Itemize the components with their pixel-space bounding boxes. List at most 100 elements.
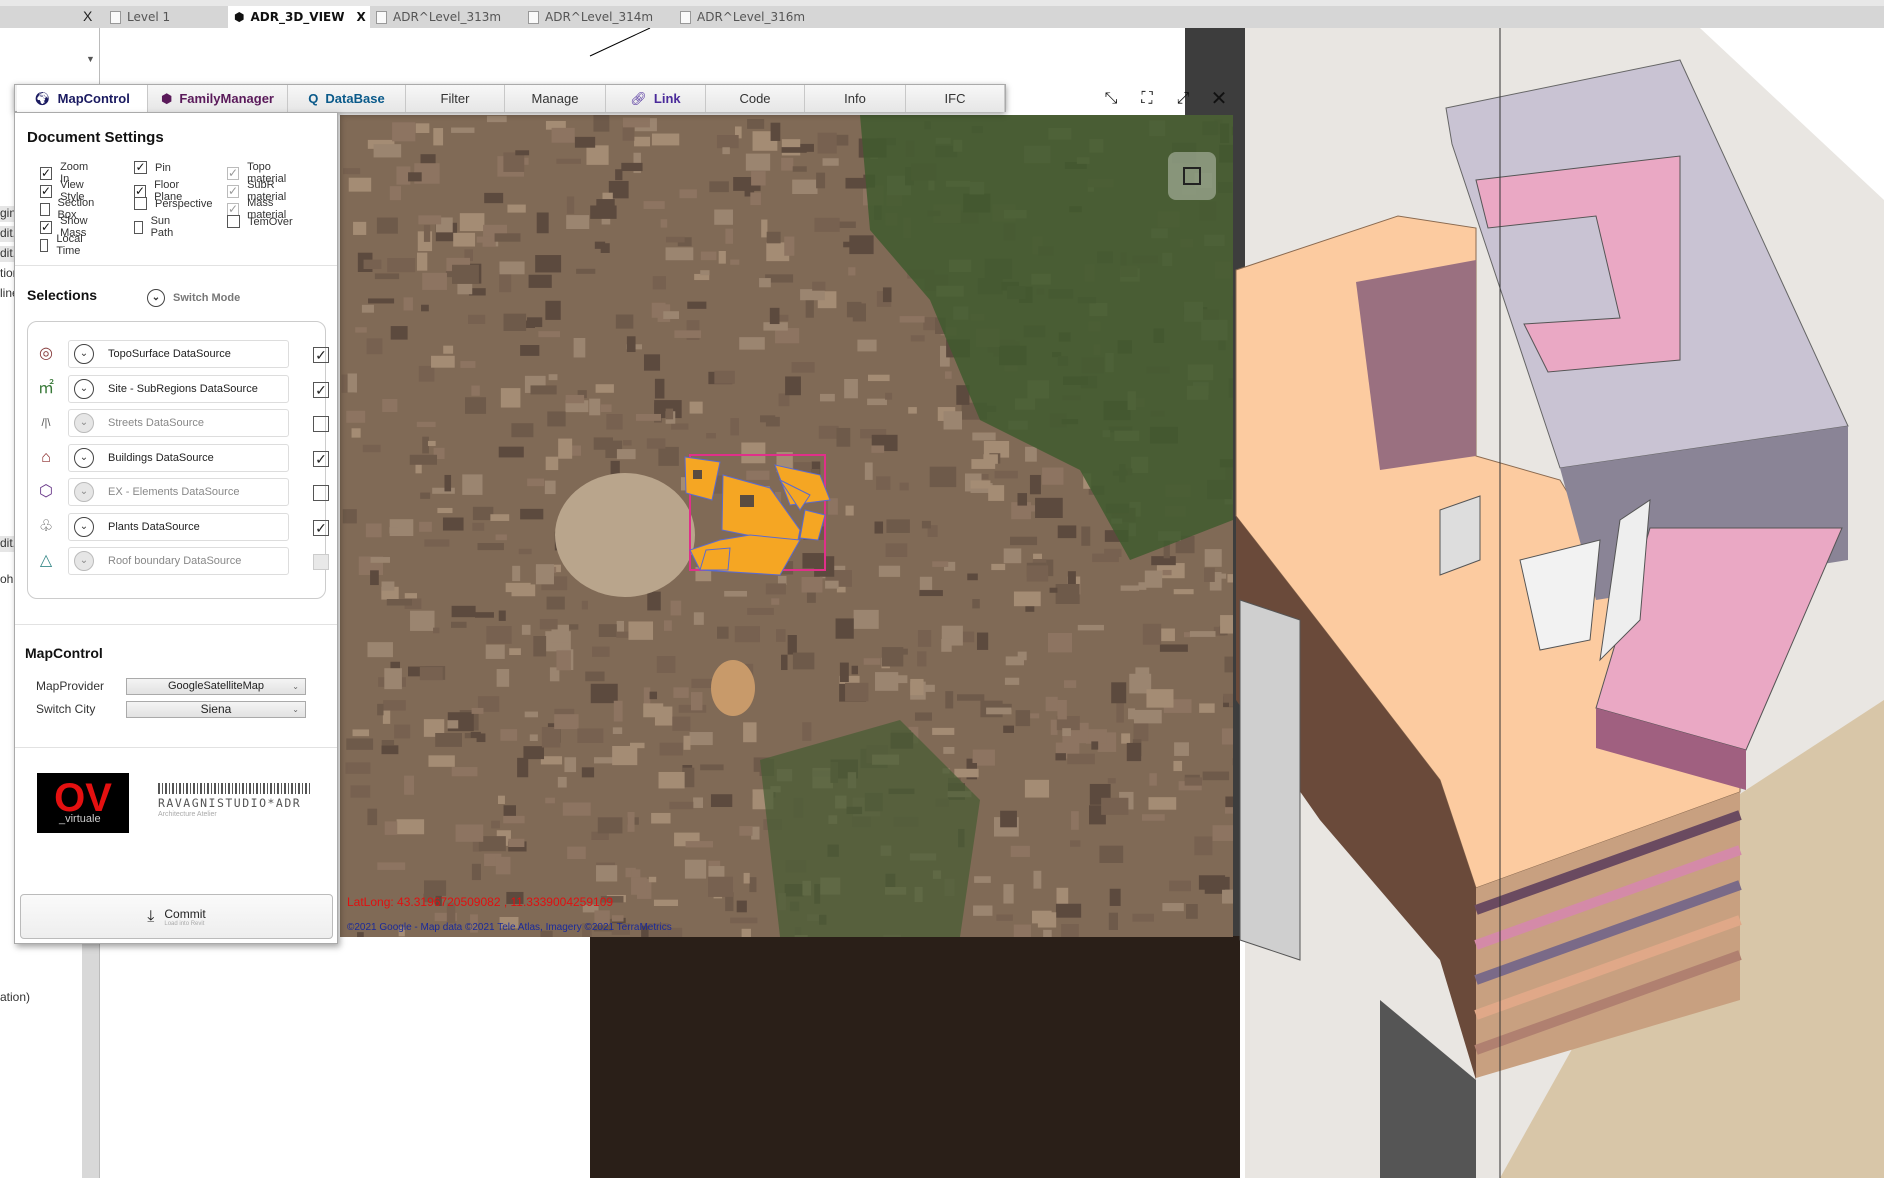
roof-tile bbox=[383, 700, 406, 711]
datasource-field[interactable]: ⌄ Site - SubRegions DataSource bbox=[68, 374, 289, 403]
checkbox-box[interactable]: ✓ bbox=[40, 184, 53, 198]
datasource-field[interactable]: ⌄ Plants DataSource bbox=[68, 512, 289, 541]
map-provider-select[interactable]: GoogleSatelliteMap ⌄ bbox=[126, 678, 306, 695]
chevron-down-icon[interactable]: ⌄ bbox=[74, 516, 94, 537]
roof-tile bbox=[370, 557, 391, 563]
tab-manage[interactable]: Manage bbox=[505, 85, 606, 112]
roof-tile bbox=[470, 731, 481, 738]
close-panel-button[interactable]: X bbox=[83, 8, 92, 24]
datasource-checkbox[interactable]: ✓ bbox=[313, 381, 329, 398]
checkbox-perspective[interactable]: Perspective bbox=[134, 197, 212, 210]
chevron-down-icon[interactable]: ⌄ bbox=[74, 378, 94, 399]
chevron-down-icon[interactable]: ⌄ bbox=[74, 551, 94, 571]
close-icon[interactable]: ✕ bbox=[1208, 88, 1230, 110]
roof-tile bbox=[374, 273, 400, 280]
roof-tile bbox=[991, 563, 1006, 571]
tab-adr-3d-view[interactable]: ⬢ ADR_3D_VIEW X bbox=[228, 6, 370, 28]
chevron-down-icon[interactable]: ⌄ bbox=[74, 413, 94, 433]
switch-city-select[interactable]: Siena ⌄ bbox=[126, 701, 306, 718]
tab-level-1[interactable]: Level 1 bbox=[104, 6, 228, 28]
checkbox-box[interactable]: ✓ bbox=[227, 202, 240, 216]
tab-level-313m[interactable]: ADR^Level_313m bbox=[370, 6, 522, 28]
datasource-field[interactable]: ⌄ Roof boundary DataSource bbox=[68, 547, 289, 575]
roof-tile bbox=[499, 261, 525, 275]
checkbox-box[interactable] bbox=[227, 215, 240, 228]
close-tab-button[interactable]: X bbox=[356, 10, 365, 24]
datasource-checkbox[interactable] bbox=[313, 416, 329, 432]
roof-tile bbox=[421, 304, 429, 312]
roof-tile bbox=[1005, 656, 1024, 666]
switch-mode-button[interactable]: ⌄ Switch Mode bbox=[147, 289, 240, 307]
datasource-checkbox[interactable]: ✓ bbox=[313, 519, 329, 536]
dropdown-arrow-icon[interactable]: ▼ bbox=[86, 54, 95, 64]
checkbox-box[interactable]: ✓ bbox=[134, 184, 147, 198]
checkbox-box[interactable]: ✓ bbox=[227, 184, 240, 198]
roof-tile bbox=[541, 726, 561, 748]
roof-tile bbox=[471, 385, 480, 396]
tab-code[interactable]: Code bbox=[706, 85, 805, 112]
checkbox-temover[interactable]: TemOver bbox=[227, 215, 293, 228]
datasource-checkbox[interactable] bbox=[313, 554, 329, 570]
maximize-icon[interactable]: ⤢ bbox=[1172, 88, 1194, 110]
checkbox-box[interactable] bbox=[134, 220, 143, 234]
roof-tile bbox=[658, 446, 679, 466]
roof-tile bbox=[627, 811, 635, 832]
tab-familymanager[interactable]: ⬢ FamilyManager bbox=[148, 85, 288, 112]
datasource-row: ⌂ ⌄ Buildings DataSource ✓ bbox=[28, 442, 329, 472]
checkbox-local-time[interactable]: Local Time bbox=[40, 233, 87, 257]
roof-tile bbox=[1116, 702, 1124, 723]
checkbox-box[interactable] bbox=[40, 238, 49, 252]
roof-tile bbox=[596, 865, 618, 882]
roof-tile bbox=[730, 418, 739, 436]
roof-tile bbox=[367, 808, 378, 826]
roof-tile bbox=[1062, 728, 1071, 737]
checkbox-box[interactable] bbox=[40, 202, 50, 216]
roof-tile bbox=[567, 846, 586, 860]
checkbox-box[interactable] bbox=[134, 197, 147, 210]
roof-tile bbox=[499, 272, 512, 293]
roof-tile bbox=[973, 905, 993, 916]
restore-icon[interactable]: ⤡ bbox=[1100, 88, 1122, 110]
tab-database[interactable]: Q DataBase bbox=[288, 85, 406, 112]
checkbox-box[interactable]: ✓ bbox=[40, 220, 53, 234]
tab-mapcontrol[interactable]: 🌍︎ MapControl bbox=[17, 85, 148, 112]
roof-tile bbox=[460, 361, 476, 368]
tab-level-314m[interactable]: ADR^Level_314m bbox=[522, 6, 674, 28]
chevron-down-icon[interactable]: ⌄ bbox=[74, 447, 94, 468]
tab-filter[interactable]: Filter bbox=[406, 85, 505, 112]
area-m2-icon: ㎡ bbox=[37, 379, 54, 397]
tab-info[interactable]: Info bbox=[805, 85, 906, 112]
tab-ifc[interactable]: IFC bbox=[906, 85, 1005, 112]
commit-button[interactable]: ⤓ Commit Load into Revit bbox=[20, 894, 333, 939]
fit-icon[interactable]: ⛶ bbox=[1136, 88, 1158, 110]
roof-tile bbox=[972, 757, 980, 764]
roof-tile bbox=[581, 767, 595, 778]
datasource-field[interactable]: ⌄ TopoSurface DataSource bbox=[68, 340, 289, 368]
satellite-map[interactable]: LatLong: 43.3196720509082 , 11.333900425… bbox=[340, 115, 1233, 937]
roof-tile bbox=[1013, 591, 1041, 607]
roof-tile bbox=[751, 171, 766, 186]
roof-tile bbox=[1141, 814, 1165, 821]
chevron-down-icon[interactable]: ⌄ bbox=[74, 482, 94, 502]
roof-tile bbox=[589, 398, 601, 416]
tab-level-316m[interactable]: ADR^Level_316m bbox=[674, 6, 826, 28]
datasource-checkbox[interactable] bbox=[313, 485, 329, 501]
datasource-checkbox[interactable]: ✓ bbox=[313, 347, 329, 363]
checkbox-box[interactable]: ✓ bbox=[40, 166, 53, 180]
roof-tile bbox=[724, 590, 747, 597]
tab-link[interactable]: 🔗︎ Link bbox=[606, 85, 706, 112]
datasource-checkbox[interactable]: ✓ bbox=[313, 450, 329, 467]
chevron-down-icon[interactable]: ⌄ bbox=[74, 344, 94, 364]
roof-tile bbox=[622, 125, 635, 141]
checkbox-sun-path[interactable]: Sun Path bbox=[134, 215, 178, 239]
datasource-field[interactable]: ⌄ Streets DataSource bbox=[68, 409, 289, 437]
datasource-field[interactable]: ⌄ Buildings DataSource bbox=[68, 443, 289, 472]
roof-tile bbox=[784, 236, 795, 256]
checkbox-pin[interactable]: ✓ Pin bbox=[134, 161, 171, 174]
roof-tile bbox=[693, 612, 704, 625]
checkbox-box[interactable]: ✓ bbox=[227, 166, 240, 180]
roof-tile bbox=[957, 694, 985, 701]
checkbox-box[interactable]: ✓ bbox=[134, 161, 147, 174]
fit-map-button[interactable] bbox=[1168, 152, 1216, 200]
datasource-field[interactable]: ⌄ EX - Elements DataSource bbox=[68, 478, 289, 506]
